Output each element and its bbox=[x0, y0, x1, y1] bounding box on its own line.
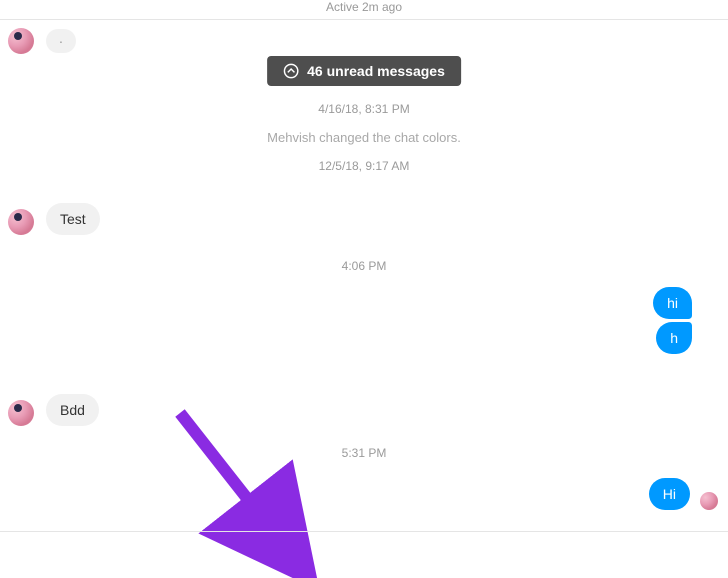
chat-header: Active 2m ago bbox=[0, 0, 728, 20]
message-row: Bdd bbox=[8, 394, 720, 426]
chat-area[interactable]: · 46 unread messages 4/16/18, 8:31 PM Me… bbox=[0, 28, 728, 554]
unread-messages-badge[interactable]: 46 unread messages bbox=[267, 56, 461, 86]
timestamp: 5:31 PM bbox=[8, 446, 720, 460]
outgoing-message[interactable]: Hi bbox=[649, 478, 690, 510]
message-row: Test bbox=[8, 203, 720, 235]
timestamp: 4/16/18, 8:31 PM bbox=[8, 102, 720, 116]
seen-avatar[interactable] bbox=[700, 492, 718, 510]
message-row: Hi bbox=[8, 478, 718, 510]
incoming-message[interactable]: Bdd bbox=[46, 394, 99, 426]
avatar[interactable] bbox=[8, 209, 34, 235]
message-row: hi bbox=[8, 287, 696, 319]
outgoing-message[interactable]: hi bbox=[653, 287, 692, 319]
unread-label: 46 unread messages bbox=[307, 63, 445, 79]
top-message-row: · bbox=[8, 28, 720, 54]
outgoing-message[interactable]: h bbox=[656, 322, 692, 354]
active-status: Active 2m ago bbox=[326, 0, 402, 14]
message-row: h bbox=[8, 322, 696, 354]
avatar[interactable] bbox=[8, 400, 34, 426]
input-area-divider bbox=[0, 531, 728, 532]
typing-bubble: · bbox=[46, 29, 76, 53]
system-message: Mehvish changed the chat colors. bbox=[8, 130, 720, 145]
timestamp: 12/5/18, 9:17 AM bbox=[8, 159, 720, 173]
avatar[interactable] bbox=[8, 28, 34, 54]
chevron-up-circle-icon bbox=[283, 63, 299, 79]
incoming-message[interactable]: Test bbox=[46, 203, 100, 235]
timestamp: 4:06 PM bbox=[8, 259, 720, 273]
